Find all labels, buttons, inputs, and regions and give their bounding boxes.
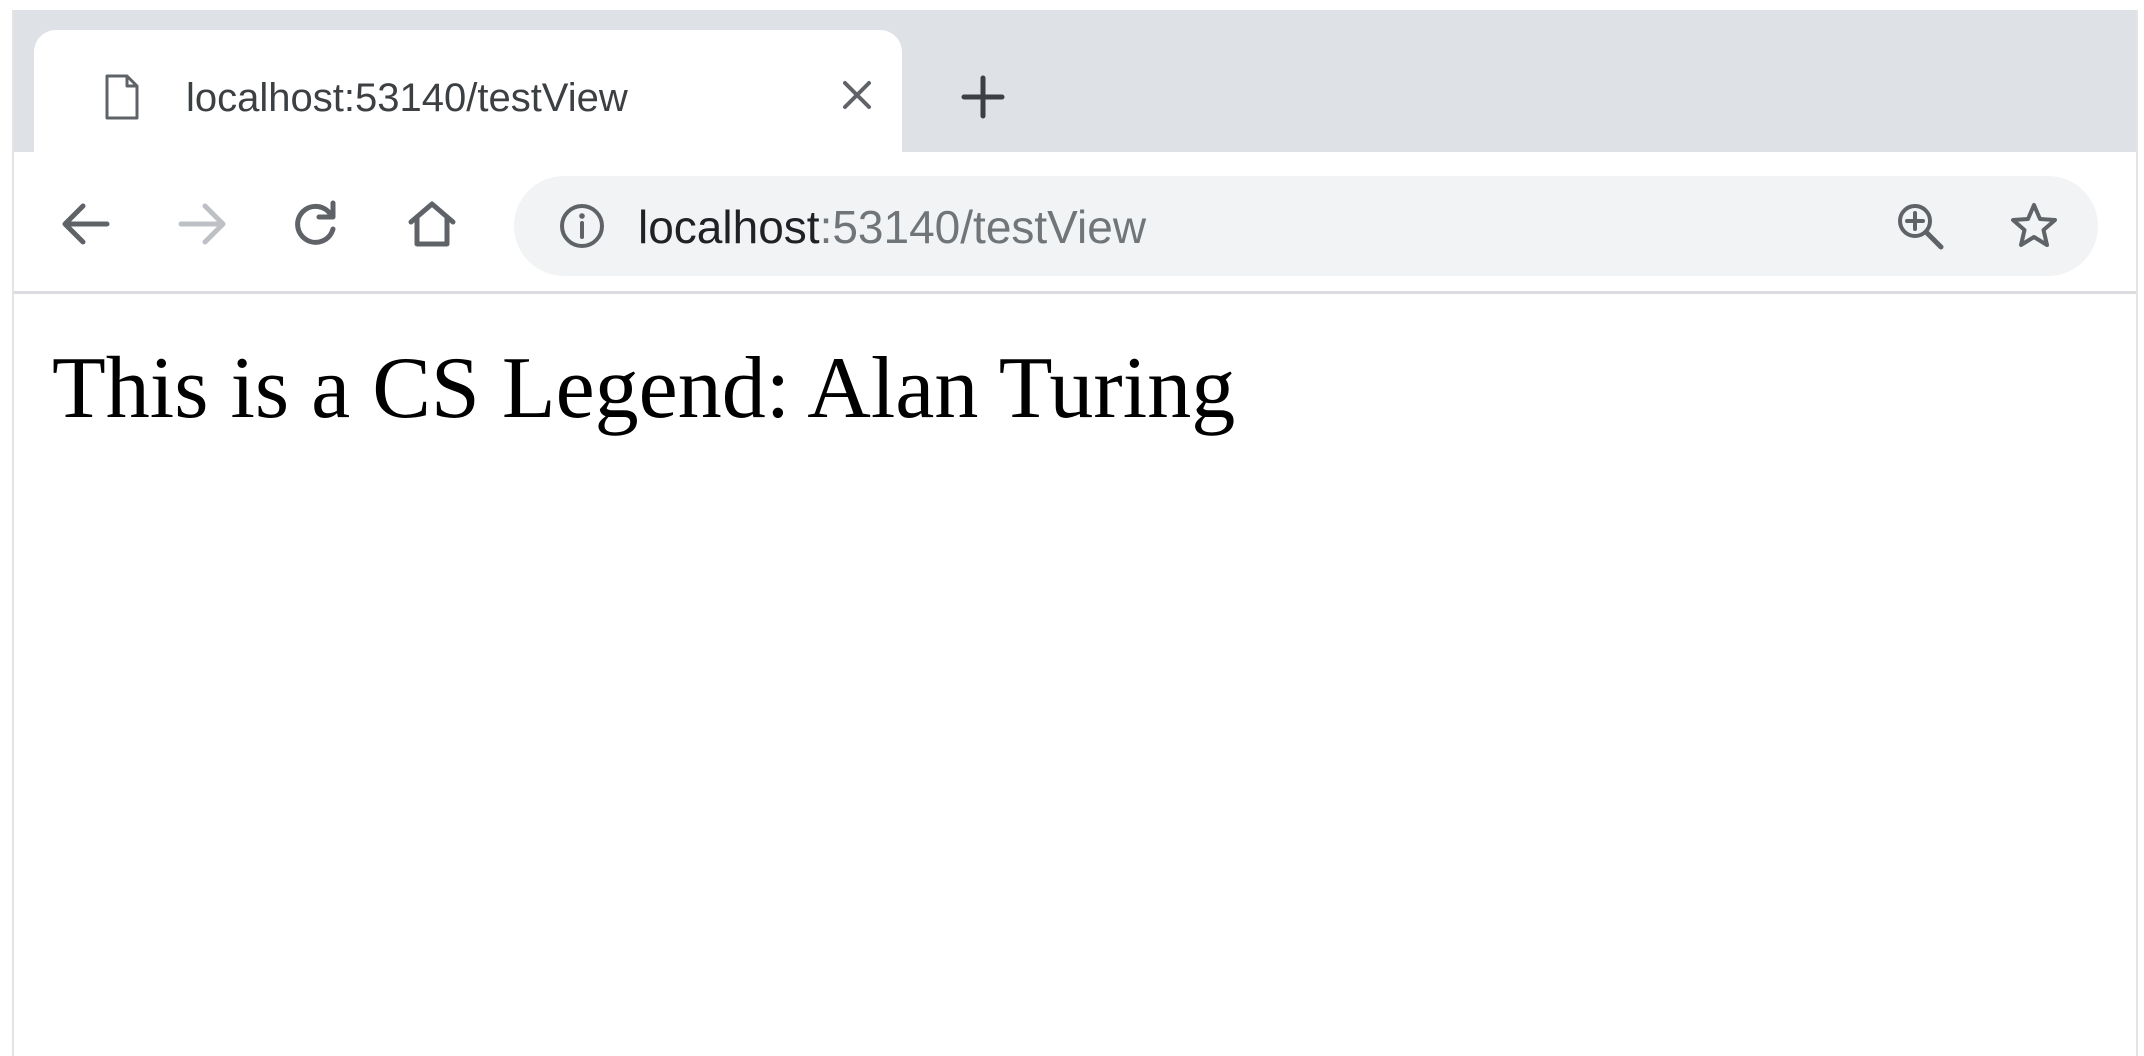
star-icon[interactable] xyxy=(2006,198,2062,254)
tab-strip: localhost:53140/testView xyxy=(14,10,2136,152)
url-path: :53140/testView xyxy=(819,201,1147,253)
close-icon[interactable] xyxy=(834,72,880,118)
browser-window: localhost:53140/testView localhost:53140… xyxy=(12,10,2138,1056)
active-tab[interactable]: localhost:53140/testView xyxy=(34,30,902,152)
tab-title: localhost:53140/testView xyxy=(186,76,628,120)
plus-icon[interactable] xyxy=(956,70,1010,124)
zoom-in-icon[interactable] xyxy=(1892,198,1948,254)
screenshot-frame: localhost:53140/testView localhost:53140… xyxy=(0,0,2144,1056)
home-icon[interactable] xyxy=(402,194,462,254)
info-icon[interactable] xyxy=(558,202,606,250)
address-url[interactable]: localhost:53140/testView xyxy=(638,200,1146,254)
url-host: localhost xyxy=(638,201,820,253)
page-heading: This is a CS Legend: Alan Turing xyxy=(52,340,1236,437)
address-bar[interactable]: localhost:53140/testView xyxy=(514,176,2098,276)
arrow-right-icon[interactable] xyxy=(172,194,232,254)
page-content: This is a CS Legend: Alan Turing xyxy=(14,297,2136,1056)
reload-icon[interactable] xyxy=(286,194,346,254)
arrow-left-icon[interactable] xyxy=(56,194,116,254)
browser-toolbar: localhost:53140/testView xyxy=(14,152,2136,294)
document-icon xyxy=(104,74,140,120)
